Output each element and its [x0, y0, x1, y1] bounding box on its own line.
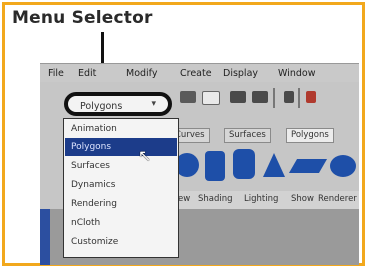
- menu-display[interactable]: Display: [223, 68, 258, 79]
- panel-menu-lighting[interactable]: Lighting: [244, 194, 278, 204]
- toolbar-separator: [298, 88, 300, 108]
- cube-icon[interactable]: [205, 151, 225, 181]
- menu-option-dynamics[interactable]: Dynamics: [65, 176, 177, 194]
- menu-option-animation[interactable]: Animation: [65, 120, 177, 138]
- panel-menu-show[interactable]: Show: [291, 194, 314, 204]
- toolbar-button-3[interactable]: [230, 91, 246, 103]
- menu-option-ncloth[interactable]: nCloth: [65, 214, 177, 232]
- plane-icon[interactable]: [288, 159, 328, 173]
- menu-option-polygons[interactable]: Polygons: [65, 138, 177, 156]
- mouse-cursor-icon: ↖: [138, 146, 152, 165]
- menu-create[interactable]: Create: [180, 68, 212, 79]
- tab-polygons[interactable]: Polygons: [286, 128, 334, 143]
- shelf: [175, 147, 359, 189]
- menu-option-customize[interactable]: Customize: [65, 233, 177, 251]
- menu-option-surfaces[interactable]: Surfaces: [65, 157, 177, 175]
- panel-menu-bar: View Shading Lighting Show Renderer: [166, 191, 359, 209]
- tab-surfaces[interactable]: Surfaces: [224, 128, 271, 143]
- torus-icon[interactable]: [330, 155, 356, 177]
- menu-selector-list: Animation Polygons Surfaces Dynamics Ren…: [63, 118, 179, 258]
- menu-file[interactable]: File: [48, 68, 64, 79]
- menu-bar: File Edit Modify Create Display Window: [40, 64, 359, 82]
- cylinder-icon[interactable]: [233, 149, 255, 179]
- chevron-down-icon: ▾: [151, 99, 156, 109]
- toolbar-button-5[interactable]: [284, 91, 294, 103]
- cone-icon[interactable]: [263, 153, 285, 177]
- toolbar-separator: [273, 88, 275, 108]
- toolbar-button-6[interactable]: [306, 91, 316, 103]
- panel-menu-renderer[interactable]: Renderer: [318, 194, 357, 204]
- menu-selector-dropdown[interactable]: Polygons ▾: [64, 92, 172, 116]
- menu-window[interactable]: Window: [278, 68, 315, 79]
- toolbar-button-1[interactable]: [180, 91, 196, 103]
- menu-modify[interactable]: Modify: [126, 68, 157, 79]
- menu-edit[interactable]: Edit: [78, 68, 96, 79]
- shelf-tabs: Curves Surfaces Polygons: [170, 128, 359, 145]
- panel-menu-shading[interactable]: Shading: [198, 194, 233, 204]
- toolbar-button-4[interactable]: [252, 91, 268, 103]
- toolbar-button-2[interactable]: [202, 91, 220, 105]
- menu-selector-value: Polygons: [80, 101, 123, 112]
- callout-title: Menu Selector: [12, 8, 153, 28]
- menu-option-rendering[interactable]: Rendering: [65, 195, 177, 213]
